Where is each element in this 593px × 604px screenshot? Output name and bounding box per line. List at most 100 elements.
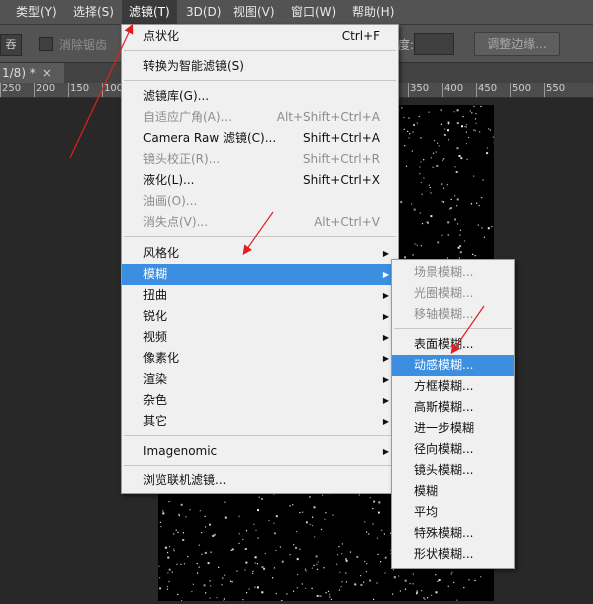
menu-item-label: 锐化 (143, 306, 167, 327)
document-tab[interactable]: 1/8) * × (0, 63, 64, 83)
menu-item-pixelate[interactable]: 像素化 ▶ (122, 348, 398, 369)
menu-item-label: 特殊模糊... (414, 523, 473, 544)
submenu-item-motion-blur[interactable]: 动感模糊... (392, 355, 514, 376)
submenu-arrow-icon: ▶ (383, 411, 389, 432)
menu-item-imagenomic[interactable]: Imagenomic ▶ (122, 441, 398, 462)
menu-separator (124, 50, 396, 51)
menu-item-label: 模糊 (414, 481, 438, 502)
submenu-item-surface-blur[interactable]: 表面模糊... (392, 334, 514, 355)
submenu-arrow-icon: ▶ (383, 441, 389, 462)
submenu-item-smart-blur[interactable]: 特殊模糊... (392, 523, 514, 544)
menu-item-label: 滤镜库(G)... (143, 86, 209, 107)
menu-help[interactable]: 帮助(H) (345, 0, 401, 24)
submenu-arrow-icon: ▶ (383, 306, 389, 327)
menu-item-lens-correction: 镜头校正(R)... Shift+Ctrl+R (122, 149, 398, 170)
menu-item-convert-smart-filter[interactable]: 转换为智能滤镜(S) (122, 56, 398, 77)
menu-item-noise[interactable]: 杂色 ▶ (122, 390, 398, 411)
menu-item-distort[interactable]: 扭曲 ▶ (122, 285, 398, 306)
menu-separator (124, 465, 396, 466)
menu-item-shortcut: Shift+Ctrl+A (303, 128, 380, 149)
ruler-tick-label: 150 (70, 83, 89, 95)
submenu-item-box-blur[interactable]: 方框模糊... (392, 376, 514, 397)
menu-item-label: 形状模糊... (414, 544, 473, 565)
menu-item-label: 光圈模糊... (414, 283, 473, 304)
menu-select[interactable]: 选择(S) (66, 0, 121, 24)
ruler-tick-label: 500 (512, 83, 531, 95)
ruler-tick-label: 200 (36, 83, 55, 95)
submenu-item-tilt-shift: 移轴模糊... (392, 304, 514, 325)
menu-filter[interactable]: 滤镜(T) (122, 0, 177, 24)
menu-separator (124, 236, 396, 237)
options-left-button[interactable]: 吞 (0, 34, 22, 56)
menu-item-shortcut: Shift+Ctrl+X (303, 170, 380, 191)
submenu-arrow-icon: ▶ (383, 369, 389, 390)
menu-item-video[interactable]: 视频 ▶ (122, 327, 398, 348)
ruler-tick-label: 450 (478, 83, 497, 95)
ruler-tick-label: 400 (444, 83, 463, 95)
menu-item-label: 渲染 (143, 369, 167, 390)
menu-item-label: 风格化 (143, 243, 179, 264)
menu-item-browse-filters-online[interactable]: 浏览联机滤镜... (122, 470, 398, 491)
antialias-label: 消除锯齿 (59, 36, 107, 53)
antialias-checkbox[interactable] (39, 37, 53, 51)
submenu-item-field-blur: 场景模糊... (392, 262, 514, 283)
menu-item-render[interactable]: 渲染 ▶ (122, 369, 398, 390)
menu-item-oil-paint: 油画(O)... (122, 191, 398, 212)
menu-item-label: 转换为智能滤镜(S) (143, 56, 244, 77)
menu-separator (124, 80, 396, 81)
feather-input[interactable] (414, 33, 454, 55)
ruler-tick-label: 250 (2, 83, 21, 95)
ruler-tick-label: 550 (546, 83, 565, 95)
menu-item-filter-gallery[interactable]: 滤镜库(G)... (122, 86, 398, 107)
menu-item-label: 液化(L)... (143, 170, 195, 191)
ruler-tick-label: 350 (410, 83, 429, 95)
menu-item-label: 其它 (143, 411, 167, 432)
menu-item-label: 点状化 (143, 26, 179, 47)
submenu-item-blur[interactable]: 模糊 (392, 481, 514, 502)
filter-menu: 点状化 Ctrl+F 转换为智能滤镜(S) 滤镜库(G)... 自适应广角(A)… (121, 24, 399, 494)
submenu-arrow-icon: ▶ (383, 327, 389, 348)
menu-item-label: 移轴模糊... (414, 304, 473, 325)
menu-type[interactable]: 类型(Y) (9, 0, 64, 24)
menu-item-label: 镜头校正(R)... (143, 149, 220, 170)
adjust-edge-button[interactable]: 调整边缘... (474, 32, 560, 56)
menu-item-stylize[interactable]: 风格化 ▶ (122, 243, 398, 264)
menu-item-vanishing-point: 消失点(V)... Alt+Ctrl+V (122, 212, 398, 233)
menu-item-label: 动感模糊... (414, 355, 473, 376)
submenu-item-average[interactable]: 平均 (392, 502, 514, 523)
menu-item-label: 表面模糊... (414, 334, 473, 355)
menu-item-other[interactable]: 其它 ▶ (122, 411, 398, 432)
menu-item-label: 消失点(V)... (143, 212, 208, 233)
menu-item-label: 视频 (143, 327, 167, 348)
menu-item-label: 径向模糊... (414, 439, 473, 460)
submenu-item-radial-blur[interactable]: 径向模糊... (392, 439, 514, 460)
menu-bar: 类型(Y) 选择(S) 滤镜(T) 3D(D) 视图(V) 窗口(W) 帮助(H… (0, 0, 593, 25)
feather-label: 度: (398, 36, 414, 53)
close-icon[interactable]: × (42, 66, 52, 80)
menu-item-label: 平均 (414, 502, 438, 523)
submenu-arrow-icon: ▶ (383, 348, 389, 369)
menu-item-sharpen[interactable]: 锐化 ▶ (122, 306, 398, 327)
menu-item-liquify[interactable]: 液化(L)... Shift+Ctrl+X (122, 170, 398, 191)
menu-item-label: 杂色 (143, 390, 167, 411)
submenu-arrow-icon: ▶ (383, 264, 389, 285)
menu-window[interactable]: 窗口(W) (284, 0, 343, 24)
menu-3d[interactable]: 3D(D) (179, 0, 228, 24)
menu-item-shortcut: Ctrl+F (342, 26, 380, 47)
submenu-item-gaussian-blur[interactable]: 高斯模糊... (392, 397, 514, 418)
menu-item-last-filter[interactable]: 点状化 Ctrl+F (122, 26, 398, 47)
menu-item-blur[interactable]: 模糊 ▶ (122, 264, 398, 285)
submenu-item-lens-blur[interactable]: 镜头模糊... (392, 460, 514, 481)
menu-item-label: 进一步模糊 (414, 418, 474, 439)
menu-item-label: Camera Raw 滤镜(C)... (143, 128, 276, 149)
menu-item-shortcut: Alt+Ctrl+V (314, 212, 380, 233)
submenu-arrow-icon: ▶ (383, 243, 389, 264)
document-tab-title: 1/8) * (2, 66, 36, 80)
menu-item-camera-raw[interactable]: Camera Raw 滤镜(C)... Shift+Ctrl+A (122, 128, 398, 149)
menu-item-adaptive-wide-angle: 自适应广角(A)... Alt+Shift+Ctrl+A (122, 107, 398, 128)
menu-view[interactable]: 视图(V) (226, 0, 282, 24)
menu-item-label: 浏览联机滤镜... (143, 470, 226, 491)
submenu-item-shape-blur[interactable]: 形状模糊... (392, 544, 514, 565)
menu-item-label: 像素化 (143, 348, 179, 369)
submenu-item-blur-more[interactable]: 进一步模糊 (392, 418, 514, 439)
